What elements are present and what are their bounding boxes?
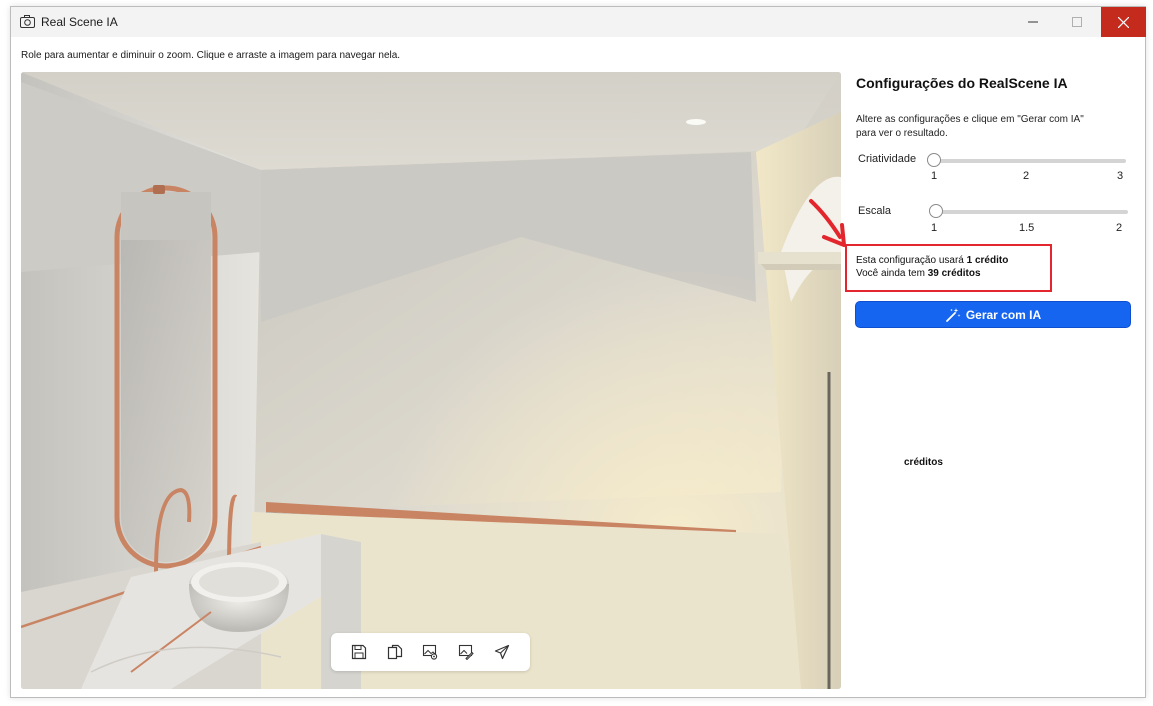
image-toolbar [331, 633, 530, 671]
render-viewport[interactable] [21, 72, 841, 689]
zoom-hint: Role para aumentar e diminuir o zoom. Cl… [21, 50, 401, 61]
save-button[interactable] [348, 641, 370, 663]
close-button[interactable] [1101, 7, 1146, 37]
close-icon [1118, 16, 1129, 28]
criatividade-slider[interactable] [929, 159, 1126, 163]
escala-slider-thumb[interactable] [929, 204, 943, 218]
send-button[interactable] [491, 641, 513, 663]
copy-button[interactable] [384, 641, 406, 663]
criatividade-slider-thumb[interactable] [927, 153, 941, 167]
panel-description-line2: para ver o resultado. [856, 128, 948, 139]
escala-tick-min: 1 [931, 222, 938, 234]
maximize-button[interactable] [1055, 7, 1099, 37]
panel-description: Altere as configurações e clique em "Ger… [856, 113, 1116, 141]
escala-label: Escala [858, 205, 892, 217]
generate-with-ai-label: Gerar com IA [965, 307, 1042, 322]
credits-usage-text: Esta configuração usará 1 crédito [856, 255, 1009, 266]
image-gear-icon [423, 644, 438, 660]
app-window: Real Scene IA Role para aumentar e dimin… [10, 6, 1146, 698]
criatividade-tick-min: 1 [931, 170, 938, 182]
minimize-button[interactable] [1011, 7, 1055, 37]
credits-info-box: Esta configuração usará 1 crédito Você a… [845, 244, 1052, 292]
panel-title: Configurações do RealScene IA [856, 75, 1068, 91]
camera-icon [20, 15, 35, 28]
criatividade-tick-max: 3 [1117, 170, 1124, 182]
escala-slider[interactable] [931, 210, 1128, 214]
floppy-disk-icon [351, 644, 366, 660]
red-arrow-annotation [809, 199, 846, 247]
panel-description-line1: Altere as configurações e clique em "Ger… [856, 114, 1084, 125]
image-edit-icon [459, 644, 474, 660]
paper-plane-icon [494, 644, 510, 660]
title-bar[interactable]: Real Scene IA [11, 7, 1146, 37]
criatividade-label: Criatividade [858, 153, 917, 165]
window-title: Real Scene IA [41, 15, 118, 29]
credits-label: créditos [904, 457, 943, 468]
escala-tick-mid: 1.5 [1019, 222, 1035, 234]
credits-remaining-text: Você ainda tem 39 créditos [856, 268, 981, 279]
magic-wand-icon [945, 307, 961, 322]
criatividade-tick-mid: 2 [1023, 170, 1030, 182]
escala-tick-max: 2 [1116, 222, 1123, 234]
bathroom-render-image[interactable] [21, 72, 841, 689]
image-edit-button[interactable] [455, 641, 477, 663]
maximize-icon [1072, 17, 1082, 27]
minimize-icon [1028, 21, 1038, 23]
image-settings-button[interactable] [419, 641, 441, 663]
copy-icon [387, 644, 402, 660]
generate-with-ai-button[interactable]: Gerar com IA [855, 301, 1131, 328]
